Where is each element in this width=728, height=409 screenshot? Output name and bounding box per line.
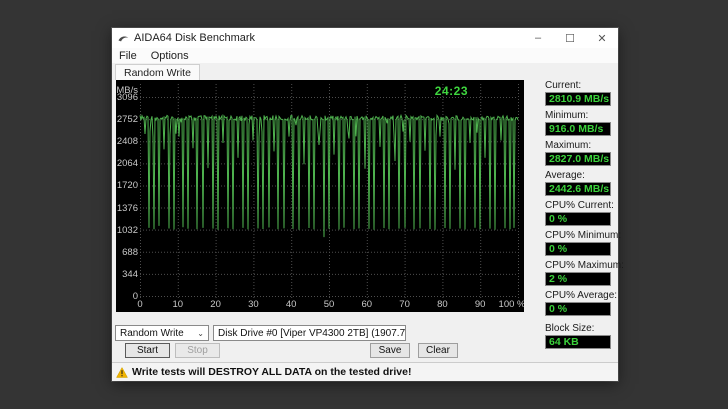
x-tick-label: 0 [137,299,143,310]
y-tick-label: 1032 [116,224,138,236]
menu-options[interactable]: Options [144,50,196,62]
stat-label: CPU% Minimum: [545,230,622,241]
desktop-background: AIDA64 Disk Benchmark – ☐ ✕ File Options… [0,0,728,409]
stat-group: Minimum: 916.0 MB/s [545,110,611,136]
stat-group: Block Size: 64 KB [545,323,611,349]
x-tick-label: 20 [210,299,221,310]
menu-bar: File Options [112,48,618,63]
maximize-button[interactable]: ☐ [554,28,586,48]
stat-label: CPU% Current: [545,200,614,211]
stat-value: 0 % [545,302,611,316]
x-tick-label: 50 [323,299,335,310]
benchmark-graph: MB/s 3096 2752 2408 2064 1720 1376 1032 688 344 0… [116,80,524,312]
stat-value: 64 KB [545,335,611,349]
x-tick-label: 40 [285,299,297,310]
y-tick-label: 2064 [116,158,138,170]
stat-value: 916.0 MB/s [545,122,611,136]
y-tick-label: 1720 [116,180,138,192]
close-button[interactable]: ✕ [586,28,618,48]
stat-label: Block Size: [545,323,595,334]
window-title: AIDA64 Disk Benchmark [134,32,256,44]
stop-button[interactable]: Stop [175,343,220,358]
x-tick-label: 80 [437,299,448,310]
status-bar: Write tests will DESTROY ALL DATA on the… [112,362,618,381]
stat-value: 0 % [545,242,611,256]
x-tick-label: 30 [248,299,259,310]
tab-random-write[interactable]: Random Write [115,64,200,80]
warning-icon [116,366,128,378]
x-tick-label: 90 [474,299,486,310]
tab-strip: Random Write [112,63,618,80]
y-tick-label: 3096 [116,92,138,103]
stat-group: CPU% Average: 0 % [545,290,618,316]
stat-label: CPU% Average: [545,290,618,301]
throughput-line [139,113,519,238]
stat-value: 2827.0 MB/s [545,152,611,166]
stat-label: Current: [545,80,582,91]
x-tick-label: 60 [361,299,373,310]
throughput-chart [139,84,519,299]
test-type-dropdown[interactable]: Random Write ⌄ [115,325,209,341]
elapsed-time: 24:23 [434,84,468,98]
title-bar[interactable]: AIDA64 Disk Benchmark – ☐ ✕ [112,28,618,48]
stat-label: CPU% Maximum: [545,260,624,271]
stat-group: CPU% Minimum: 0 % [545,230,622,256]
stat-group: Average: 2442.6 MB/s [545,170,611,196]
x-tick-label: 70 [399,299,410,310]
stat-group: CPU% Maximum: 2 % [545,260,624,286]
drive-dropdown[interactable]: Disk Drive #0 [Viper VP4300 2TB] (1907.7… [213,325,406,341]
drive-value: Disk Drive #0 [Viper VP4300 2TB] (1907.7… [218,327,406,339]
stat-label: Maximum: [545,140,592,151]
stat-value: 0 % [545,212,611,226]
y-tick-label: 1376 [116,202,138,214]
stat-group: CPU% Current: 0 % [545,200,614,226]
warning-text: Write tests will DESTROY ALL DATA on the… [132,366,412,378]
chevron-down-icon: ⌄ [197,328,204,338]
stat-value: 2442.6 MB/s [545,182,611,196]
y-tick-label: 2752 [116,114,138,126]
x-tick-label: 10 [172,299,184,310]
menu-file[interactable]: File [112,50,144,62]
start-button[interactable]: Start [125,343,170,358]
y-tick-label: 2408 [116,136,138,148]
y-tick-label: 344 [122,268,138,280]
clear-button[interactable]: Clear [418,343,458,358]
stat-group: Current: 2810.9 MB/s [545,80,611,106]
y-tick-label: 688 [122,246,138,258]
app-icon [118,34,129,43]
stat-value: 2810.9 MB/s [545,92,611,106]
test-type-value: Random Write [120,327,184,339]
save-button[interactable]: Save [370,343,410,358]
x-tick-label: 100 % [498,299,524,310]
stat-group: Maximum: 2827.0 MB/s [545,140,611,166]
stat-label: Average: [545,170,585,181]
aida64-disk-benchmark-window: AIDA64 Disk Benchmark – ☐ ✕ File Options… [112,28,624,381]
stat-label: Minimum: [545,110,589,121]
stat-value: 2 % [545,272,611,286]
minimize-button[interactable]: – [522,28,554,48]
